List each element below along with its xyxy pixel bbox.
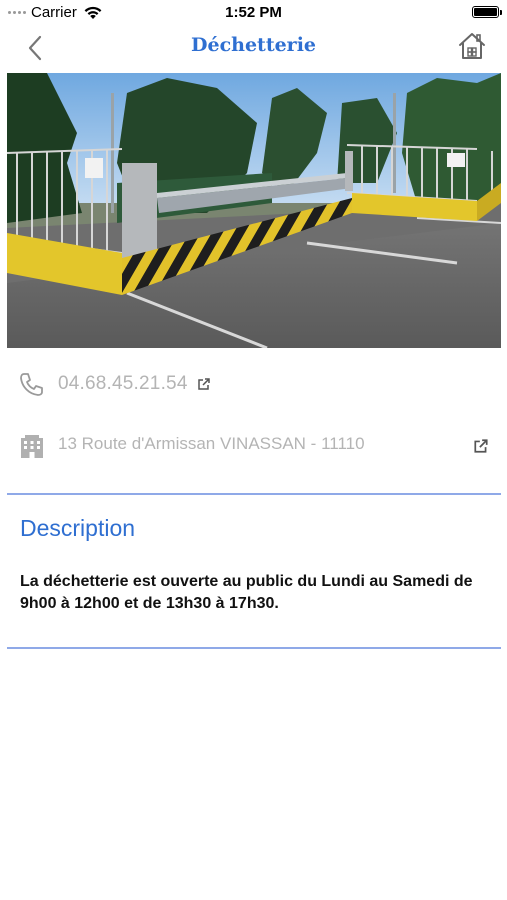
- divider: [7, 493, 501, 495]
- external-link-icon: [198, 378, 210, 390]
- navigation-bar: Déchetterie: [0, 26, 507, 70]
- building-icon: [21, 435, 43, 458]
- battery-icon: [472, 6, 502, 18]
- phone-number: 04.68.45.21.54: [58, 373, 188, 394]
- external-link-icon[interactable]: [473, 438, 489, 454]
- divider: [7, 647, 501, 649]
- home-icon[interactable]: [457, 30, 487, 62]
- phone-number-link[interactable]: 04.68.45.21.54: [58, 373, 211, 395]
- address-text: 13 Route d'Armissan VINASSAN - 11110: [58, 434, 365, 453]
- address-row[interactable]: 13 Route d'Armissan VINASSAN - 11110: [0, 430, 507, 464]
- hero-photo: [7, 73, 501, 348]
- page-title: Déchetterie: [191, 34, 316, 56]
- description-body: La déchetterie est ouverte au public du …: [20, 573, 473, 612]
- phone-row[interactable]: 04.68.45.21.54: [0, 368, 507, 402]
- status-bar: Carrier 1:52 PM: [0, 0, 507, 26]
- description-heading: Description: [20, 515, 136, 541]
- status-time: 1:52 PM: [225, 4, 282, 21]
- phone-icon: [20, 373, 43, 396]
